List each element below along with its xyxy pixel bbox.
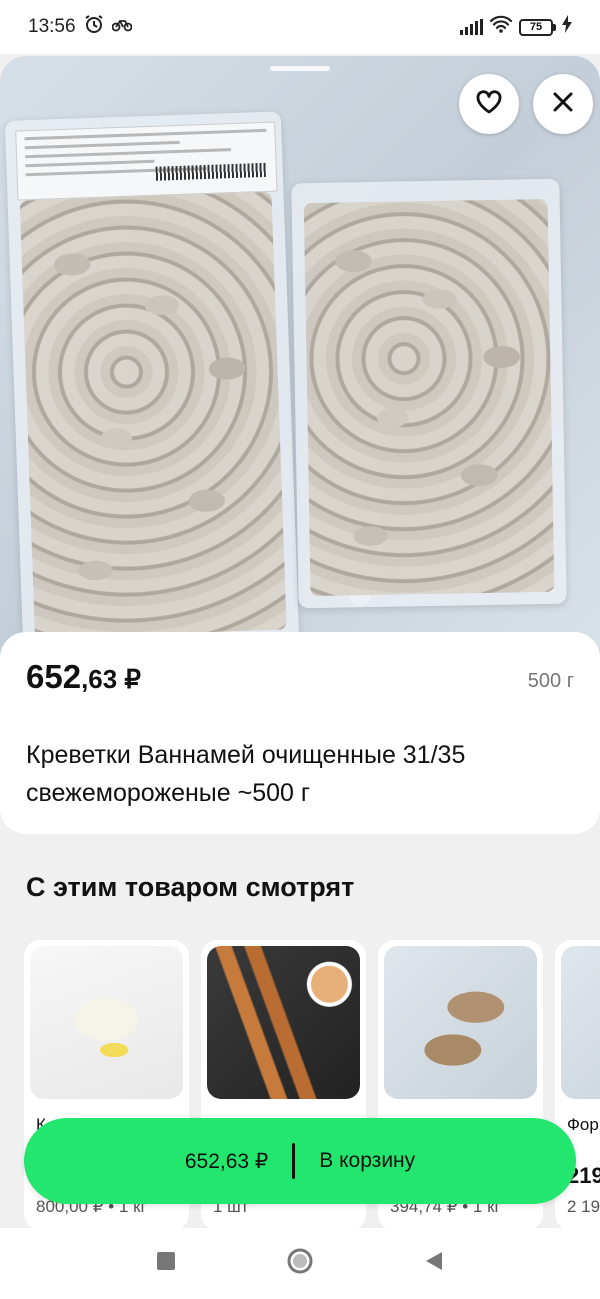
product-info-card: 652,63 ₽ 500 г Креветки Ваннамей очищенн… xyxy=(0,632,600,834)
cart-button-label: В корзину xyxy=(319,1149,416,1172)
wifi-icon xyxy=(489,15,513,39)
drag-handle[interactable] xyxy=(270,66,330,71)
nav-back-icon[interactable] xyxy=(424,1250,444,1277)
nav-home-icon[interactable] xyxy=(286,1247,314,1280)
shrimp-bag-right xyxy=(291,178,567,609)
product-title: Креветки Ваннамей очищенные 31/35 свежем… xyxy=(26,741,466,807)
signal-icon xyxy=(460,19,483,35)
add-to-cart-button[interactable]: 652,63 ₽ В корзину xyxy=(24,1118,576,1204)
battery-level: 75 xyxy=(529,21,543,33)
charging-icon xyxy=(562,15,572,39)
product-price: 652,63 ₽ xyxy=(26,658,141,696)
price-rub: 652 xyxy=(26,658,82,695)
recommendation-image xyxy=(207,946,360,1099)
nav-recents-icon[interactable] xyxy=(156,1251,176,1276)
recommendations-title: С этим товаром смотрят xyxy=(26,872,355,902)
bike-icon xyxy=(111,16,132,38)
cart-button-price: 652,63 ₽ xyxy=(184,1149,269,1173)
favorite-button[interactable] xyxy=(459,74,519,134)
shrimp-bag-left xyxy=(4,111,300,651)
status-bar: 13:56 75 xyxy=(0,0,600,54)
status-time: 13:56 xyxy=(28,16,76,37)
close-button[interactable] xyxy=(533,74,593,134)
system-nav-bar xyxy=(0,1228,600,1299)
battery-icon: 75 xyxy=(519,18,556,36)
recommendation-image xyxy=(384,946,537,1099)
recommendation-image xyxy=(561,946,600,1099)
alarm-icon xyxy=(84,14,104,40)
package-label xyxy=(15,121,278,201)
product-weight: 500 г xyxy=(527,670,574,692)
price-kop: ,63 ₽ xyxy=(81,664,141,694)
heart-icon xyxy=(476,89,502,119)
product-image xyxy=(0,56,600,656)
recommendation-image xyxy=(30,946,183,1099)
barcode-icon xyxy=(155,162,266,181)
close-icon xyxy=(552,91,574,118)
cart-button-divider xyxy=(292,1143,296,1179)
recommendation-meta: 2 19 xyxy=(567,1197,600,1216)
